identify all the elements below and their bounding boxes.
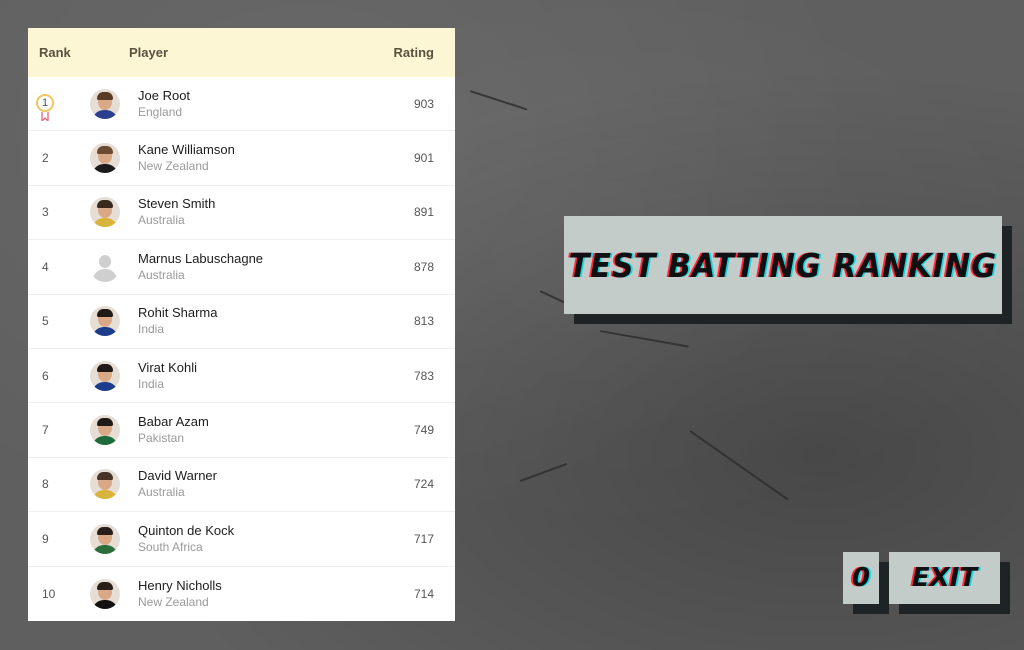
player-cell: Steven Smith Australia [138,196,364,228]
table-header: Rank Player Rating [28,28,455,77]
player-name: Kane Williamson [138,142,235,158]
rank-cell: 2 [42,151,49,166]
player-name: Henry Nicholls [138,577,222,593]
player-country: India [138,322,165,337]
title-card: TEST BATTING RANKING [564,216,1002,314]
player-country: New Zealand [138,594,209,609]
rank-cell: 6 [42,368,49,383]
stone-crack [689,430,789,501]
rating-cell: 891 [413,205,434,220]
player-name: David Warner [138,468,217,484]
rank-cell: 7 [42,423,49,438]
player-name: Virat Kohli [138,359,198,375]
player-cell: David Warner Australia [138,468,364,500]
avatar [90,469,120,500]
player-cell: Kane Williamson New Zealand [138,142,364,174]
avatar [90,523,120,554]
rating-cell: 901 [413,151,434,166]
player-cell: Rohit Sharma India [138,305,364,337]
player-cell: Henry Nicholls New Zealand [138,578,364,610]
player-name: Babar Azam [138,414,209,430]
ranking-table: Rank Player Rating 1 Joe Root England 903 2 K… [28,28,455,621]
player-name: Quinton de Kock [138,522,235,538]
player-header: Player [129,45,169,60]
avatar [90,88,120,119]
avatar [90,143,120,174]
table-row[interactable]: 9 Quinton de Kock South Africa 717 [28,512,455,567]
rank-cell: 4 [42,259,49,274]
table-body: 1 Joe Root England 903 2 Kane Williamson New Z… [28,77,455,621]
player-country: South Africa [138,539,203,554]
player-name: Steven Smith [138,196,216,212]
table-row[interactable]: 1 Joe Root England 903 [28,77,455,132]
rating-header: Rating [393,45,434,60]
player-name: Joe Root [138,87,191,103]
rating-cell: 878 [413,259,434,274]
player-cell: Babar Azam Pakistan [138,414,364,446]
player-country: Australia [138,485,185,500]
rank-cell: 3 [42,205,49,220]
player-country: Pakistan [138,431,185,446]
avatar [90,306,120,337]
player-cell: Joe Root England [138,88,364,120]
avatar [90,197,120,228]
player-country: New Zealand [138,159,209,174]
player-cell: Marnus Labuschagne Australia [138,251,364,283]
player-country: India [138,376,165,391]
player-name: Rohit Sharma [138,305,218,321]
stone-crack [599,330,689,348]
rank-header: Rank [39,45,71,60]
rating-cell: 903 [413,96,434,111]
rank-cell: 9 [42,531,49,546]
rank-cell: 5 [42,314,49,329]
medal-icon: 1 [36,93,54,112]
rank-cell: 8 [42,477,49,492]
page-title: TEST BATTING RANKING [568,245,998,285]
player-country: Australia [138,267,185,282]
table-row[interactable]: 5 Rohit Sharma India 813 [28,295,455,349]
avatar [90,578,120,609]
stone-crack [469,90,528,111]
avatar [90,360,120,391]
table-row[interactable]: 7 Babar Azam Pakistan 749 [28,403,455,458]
ribbon-icon [41,111,49,121]
table-row[interactable]: 3 Steven Smith Australia 891 [28,186,455,241]
zero-button[interactable]: 0 [843,552,879,604]
table-row[interactable]: 2 Kane Williamson New Zealand 901 [28,131,455,186]
stone-crack [519,462,568,482]
table-row[interactable]: 10 Henry Nicholls New Zealand 714 [28,567,455,621]
user-silhouette-icon [90,251,120,282]
rating-cell: 813 [413,314,434,329]
rating-cell: 749 [413,423,434,438]
rating-cell: 783 [413,368,434,383]
avatar [90,415,120,446]
rating-cell: 714 [413,586,434,601]
table-row[interactable]: 8 David Warner Australia 724 [28,458,455,513]
table-row[interactable]: 6 Virat Kohli India 783 [28,349,455,404]
player-country: England [138,104,183,119]
player-name: Marnus Labuschagne [138,250,264,266]
rating-cell: 724 [413,477,434,492]
table-row[interactable]: 4 Marnus Labuschagne Australia 878 [28,240,455,295]
rank-cell: 10 [42,586,56,601]
player-cell: Virat Kohli India [138,360,364,392]
rating-cell: 717 [413,531,434,546]
player-cell: Quinton de Kock South Africa [138,523,364,555]
player-country: Australia [138,213,185,228]
exit-button[interactable]: EXIT [889,552,1000,604]
